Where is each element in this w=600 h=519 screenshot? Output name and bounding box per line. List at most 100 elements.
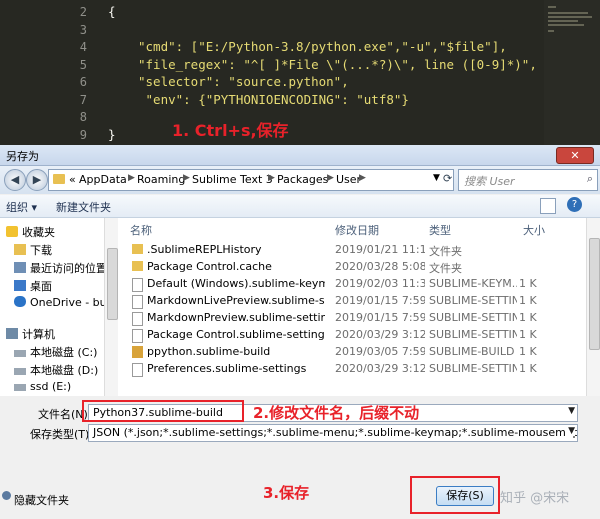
chevron-down-icon[interactable]: ▼ [568,406,575,416]
nav-label: 收藏夹 [22,226,55,239]
dialog-title: 另存为 [6,150,39,163]
column-type[interactable]: 类型 [429,222,451,238]
close-button[interactable]: ✕ [556,147,594,164]
collapse-arrow-icon[interactable] [2,491,11,500]
file-row[interactable]: Package Control.cache 2020/03/28 5:08... 文… [118,259,586,276]
navigation-bar: ◀ ▶ « AppData ▶ Roaming ▶ Sublime Text 3… [0,166,600,194]
code-line[interactable]: "cmd": ["E:/Python-3.8/python.exe","-u",… [138,39,507,54]
nav-computer[interactable]: 计算机 [6,326,55,342]
scrollbar-thumb[interactable] [107,248,118,320]
file-date: 2020/03/29 3:12... [335,362,425,375]
file-type: SUBLIME-SETTIN... [429,311,517,324]
search-box[interactable]: 搜索 User ⌕ [458,169,598,191]
view-options-icon[interactable] [540,198,556,214]
nav-drive-e[interactable]: ssd (E:) [14,380,71,396]
file-row[interactable]: MarkdownLivePreview.sublime-setti... 2019… [118,293,586,310]
code-editor[interactable]: 2 3 4 5 6 7 8 9 {"cmd": ["E:/Python-3.8/python.… [0,0,600,145]
code-line[interactable]: "env": {"PYTHONIOENCODING": "utf8"} [138,92,409,107]
address-root-chevron[interactable]: « [69,173,76,186]
organize-button[interactable]: 组织 ▾ [6,199,37,215]
file-date: 2019/02/03 11:3... [335,277,425,290]
code-line[interactable]: "file_regex": "^[ ]*File \"(...*?)\", li… [138,57,537,72]
file-size: 1 K [519,345,537,358]
chevron-down-icon[interactable]: ▼ [566,426,575,436]
file-row[interactable]: Package Control.sublime-settings 2020/03/… [118,327,586,344]
file-icon [132,295,143,309]
line-number: 5 [79,57,87,72]
annotation-step2: 2.修改文件名，后缀不动 [253,404,420,422]
folder-icon [132,261,143,271]
chevron-right-icon[interactable]: ▶ [359,173,366,183]
file-type: SUBLIME-BUILD ... [429,345,517,358]
back-button[interactable]: ◀ [4,169,26,191]
file-name: ppython.sublime-build [147,345,271,358]
nav-desktop[interactable]: 桌面 [14,278,52,294]
forward-button[interactable]: ▶ [26,169,48,191]
nav-onedrive[interactable]: OneDrive - busir [14,296,113,312]
nav-label: 计算机 [22,328,55,341]
chevron-right-icon[interactable]: ▶ [327,173,334,183]
column-size[interactable]: 大小 [523,222,545,238]
file-icon [132,312,143,326]
file-size: 1 K [519,294,537,307]
file-list[interactable]: 名称 修改日期 类型 大小 .SublimeREPLHistory 2019/01… [118,218,586,396]
onedrive-icon [14,296,26,307]
refresh-icon[interactable]: ⟳ [443,172,452,185]
file-list-scrollbar[interactable] [586,218,600,396]
minimap[interactable] [544,0,600,145]
nav-favorites[interactable]: 收藏夹 [6,224,55,240]
hide-folders-toggle[interactable]: 隐藏文件夹 [14,492,69,508]
chevron-right-icon[interactable]: ▶ [268,173,275,183]
file-type: SUBLIME-SETTIN... [429,294,517,307]
chevron-right-icon[interactable]: ▶ [183,173,190,183]
nav-label: ssd (E:) [30,380,72,393]
new-folder-button[interactable]: 新建文件夹 [56,199,111,215]
nav-recent-places[interactable]: 最近访问的位置 [14,260,107,276]
breadcrumb-appdata[interactable]: AppData [79,173,127,186]
file-type: 文件夹 [429,262,462,275]
file-name: MarkdownPreview.sublime-settings [147,311,325,324]
filetype-select[interactable]: JSON (*.json;*.sublime-settings;*.sublim… [88,424,578,442]
nav-label: OneDrive - busir [30,296,113,309]
code-line[interactable]: { [108,4,116,19]
nav-downloads[interactable]: 下载 [14,242,52,258]
search-input[interactable]: 搜索 User [464,173,515,189]
file-size: 1 K [519,311,537,324]
code-line[interactable]: "selector": "source.python", [138,74,349,89]
nav-scrollbar[interactable] [104,218,119,396]
nav-drive-c[interactable]: 本地磁盘 (C:) [14,344,97,360]
code-line[interactable]: } [108,127,116,142]
file-row[interactable]: Preferences.sublime-settings 2020/03/29 3… [118,361,586,378]
help-icon[interactable]: ? [567,197,582,212]
file-date: 2019/01/15 7:59... [335,311,425,324]
watermark: 知乎 @宋宋 [500,491,570,506]
breadcrumb-roaming[interactable]: Roaming [137,173,185,186]
nav-drive-d[interactable]: 本地磁盘 (D:) [14,362,98,378]
file-icon [132,363,143,377]
file-type: SUBLIME-SETTIN... [429,362,517,375]
file-date: 2020/03/29 3:12... [335,328,425,341]
dialog-titlebar[interactable]: 另存为 ✕ [0,145,600,166]
file-row[interactable]: Default (Windows).sublime-keymap 2019/02/… [118,276,586,293]
file-row[interactable]: MarkdownPreview.sublime-settings 2019/01/… [118,310,586,327]
file-row[interactable]: .SublimeREPLHistory 2019/01/21 11:1... 文件夹 [118,242,586,259]
folder-icon [53,174,65,184]
column-modified[interactable]: 修改日期 [335,222,379,238]
download-folder-icon [14,244,26,255]
file-date: 2019/01/21 11:1... [335,243,425,256]
breadcrumb-packages[interactable]: Packages [277,173,328,186]
navigation-pane[interactable]: 收藏夹 下载 最近访问的位置 桌面 OneDrive - busir 计算机 本… [0,218,113,396]
breadcrumb-sublime-text-3[interactable]: Sublime Text 3 [192,173,273,186]
address-bar[interactable]: « AppData ▶ Roaming ▶ Sublime Text 3 ▶ P… [48,169,454,191]
nav-label: 下载 [30,244,52,257]
desktop-icon [14,280,26,291]
back-arrow-icon: ◀ [10,173,20,186]
chevron-right-icon[interactable]: ▶ [128,173,135,183]
file-row[interactable]: ppython.sublime-build 2019/03/05 7:59... S… [118,344,586,361]
column-name[interactable]: 名称 [130,222,152,238]
line-number: 3 [79,22,87,37]
file-icon [132,329,143,343]
scrollbar-thumb[interactable] [589,238,600,350]
address-dropdown-icon[interactable]: ▼ [433,173,440,183]
breadcrumb-user[interactable]: User [336,173,361,186]
